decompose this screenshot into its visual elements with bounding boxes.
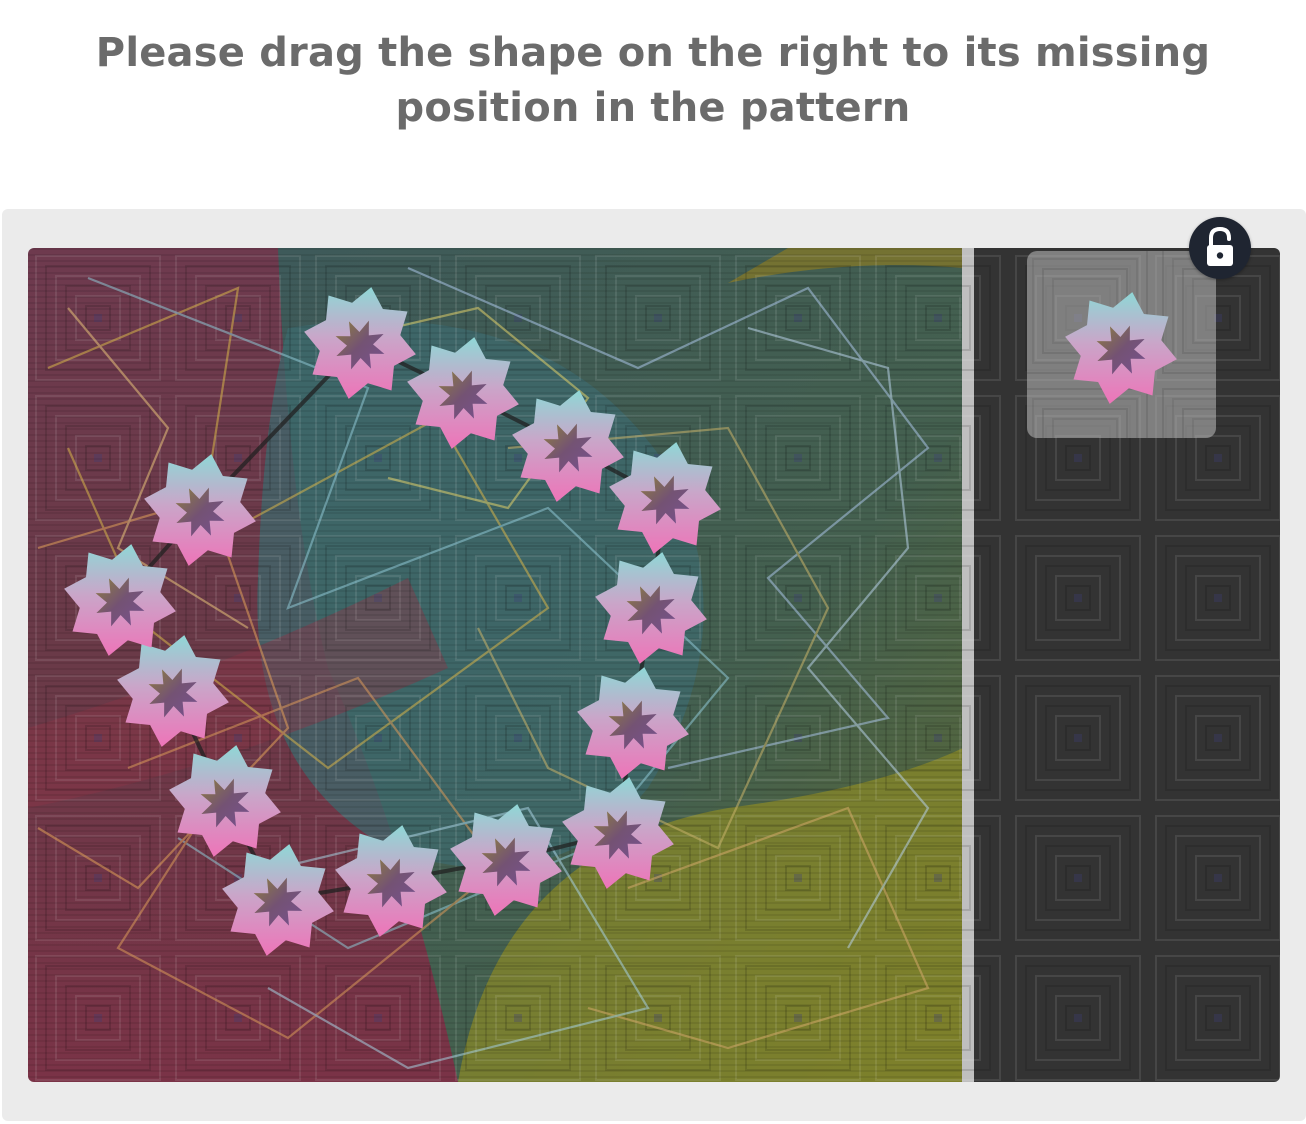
lock-open-icon <box>1207 226 1233 266</box>
lock-button[interactable] <box>1189 217 1251 279</box>
draggable-piece[interactable] <box>1027 251 1216 438</box>
instruction-text: Please drag the shape on the right to it… <box>95 30 1211 131</box>
